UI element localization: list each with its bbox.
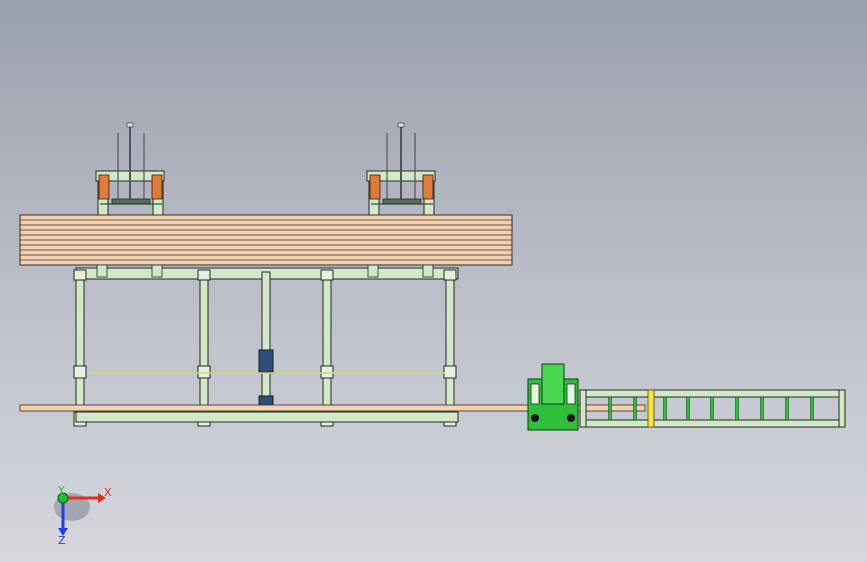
board-stack (19, 214, 513, 266)
right-clamp-orange-block-b (422, 174, 434, 200)
y-axis-label: Y (57, 484, 65, 497)
axis-triad: X Y Z (54, 484, 112, 547)
right-clamp-orange-block-a (369, 174, 381, 200)
roller-1 (608, 396, 612, 421)
x-axis-label: X (104, 486, 112, 499)
left-clamp-orange-block-a (98, 174, 110, 200)
drive-wheel-left (531, 414, 539, 422)
frame-post-2 (197, 269, 211, 427)
roller-7 (760, 396, 764, 421)
roller-3 (663, 396, 667, 421)
drive-wheel-right (567, 414, 575, 422)
drive-unit (527, 363, 579, 431)
roller-2 (633, 396, 637, 421)
roller-8 (785, 396, 789, 421)
frame-post-3 (320, 269, 334, 427)
z-axis-label: Z (58, 534, 66, 547)
cad-viewport[interactable]: X Y Z (0, 0, 867, 562)
conveyor-yellow-joint (647, 389, 655, 428)
machine-drawing: X Y Z (19, 122, 846, 547)
center-cylinder-upper (258, 349, 274, 373)
frame-post-4 (443, 269, 457, 427)
roller-4 (686, 396, 690, 421)
drive-motor (541, 363, 565, 405)
frame-post-1 (73, 269, 87, 427)
main-frame (73, 264, 459, 427)
roller-6 (735, 396, 739, 421)
right-clamp-unit (366, 122, 436, 216)
left-clamp-unit (95, 122, 165, 216)
left-clamp-orange-block-b (151, 174, 163, 200)
roller-5 (710, 396, 714, 421)
roller-9 (810, 396, 814, 421)
